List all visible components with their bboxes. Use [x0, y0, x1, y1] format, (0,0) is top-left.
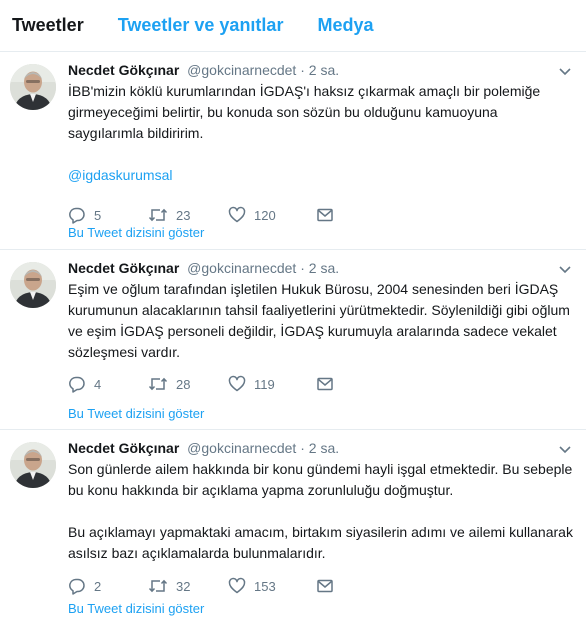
dm-button[interactable] [316, 375, 334, 393]
retweet-count: 23 [176, 207, 191, 223]
like-button[interactable]: 119 [228, 375, 316, 393]
tweet[interactable]: Necdet Gökçınar @gokcinarnecdet · 2 sa. … [0, 52, 586, 250]
like-button[interactable]: 153 [228, 577, 316, 595]
tab-media[interactable]: Medya [317, 15, 373, 36]
reply-count: 5 [94, 207, 102, 223]
tab-tweets-and-replies[interactable]: Tweetler ve yanıtlar [118, 15, 284, 36]
separator: · [300, 440, 305, 456]
like-count: 120 [254, 207, 276, 223]
timestamp[interactable]: 2 sa. [309, 62, 339, 78]
tweet-paragraph: Son günlerde ailem hakkında bir konu gün… [68, 461, 573, 498]
envelope-icon [317, 579, 333, 593]
reply-icon [69, 207, 85, 224]
retweet-icon [148, 579, 168, 593]
reply-button[interactable]: 2 [68, 577, 148, 595]
reply-count: 4 [94, 376, 102, 392]
separator: · [300, 260, 305, 276]
retweet-button[interactable]: 28 [148, 375, 228, 393]
author-name[interactable]: Necdet Gökçınar [68, 260, 179, 276]
show-thread-link[interactable]: Bu Tweet dizisini göster [68, 225, 204, 240]
separator: · [300, 62, 305, 78]
show-thread-link[interactable]: Bu Tweet dizisini göster [68, 601, 204, 616]
tweet-text: Son günlerde ailem hakkında bir konu gün… [68, 459, 574, 564]
author-handle[interactable]: @gokcinarnecdet [187, 440, 296, 456]
timestamp[interactable]: 2 sa. [309, 260, 339, 276]
reply-button[interactable]: 4 [68, 375, 148, 393]
tweet-paragraph: Bu açıklamayı yapmaktaki amacım, birtakı… [68, 524, 573, 561]
avatar[interactable] [10, 442, 56, 488]
tab-tweets[interactable]: Tweetler [12, 15, 84, 36]
chevron-down-icon[interactable] [558, 64, 572, 78]
author-name[interactable]: Necdet Gökçınar [68, 440, 179, 456]
retweet-button[interactable]: 32 [148, 577, 228, 595]
like-count: 153 [254, 578, 276, 594]
dm-button[interactable] [316, 577, 334, 595]
heart-icon [228, 206, 246, 223]
heart-icon [228, 577, 246, 594]
chevron-down-icon[interactable] [558, 442, 572, 456]
tweet[interactable]: Necdet Gökçınar @gokcinarnecdet · 2 sa. … [0, 250, 586, 430]
tweet[interactable]: Necdet Gökçınar @gokcinarnecdet · 2 sa. … [0, 430, 586, 619]
dm-button[interactable] [316, 206, 334, 224]
retweet-count: 32 [176, 578, 191, 594]
retweet-icon [148, 377, 168, 391]
tweet-text: İBB'mizin köklü kurumlarından İGDAŞ'ı ha… [68, 81, 574, 186]
avatar[interactable] [10, 262, 56, 308]
heart-icon [228, 375, 246, 392]
envelope-icon [317, 377, 333, 391]
reply-icon [69, 578, 85, 595]
timestamp[interactable]: 2 sa. [309, 440, 339, 456]
show-thread-link[interactable]: Bu Tweet dizisini göster [68, 406, 204, 421]
tweet-actions: 5 23 120 [68, 204, 574, 226]
tweet-header: Necdet Gökçınar @gokcinarnecdet · 2 sa. [68, 60, 574, 80]
tweet-text: Eşim ve oğlum tarafından işletilen Hukuk… [68, 279, 574, 363]
avatar[interactable] [10, 64, 56, 110]
mention-link[interactable]: @igdaskurumsal [68, 167, 172, 183]
tweet-header: Necdet Gökçınar @gokcinarnecdet · 2 sa. [68, 258, 574, 278]
reply-button[interactable]: 5 [68, 206, 148, 224]
tweet-paragraph: İBB'mizin köklü kurumlarından İGDAŞ'ı ha… [68, 83, 541, 141]
tweet-header: Necdet Gökçınar @gokcinarnecdet · 2 sa. [68, 438, 574, 458]
profile-tabs: Tweetler Tweetler ve yanıtlar Medya [0, 0, 586, 52]
retweet-icon [148, 208, 168, 222]
author-handle[interactable]: @gokcinarnecdet [187, 260, 296, 276]
retweet-count: 28 [176, 376, 191, 392]
retweet-button[interactable]: 23 [148, 206, 228, 224]
tweet-actions: 2 32 153 [68, 575, 574, 597]
envelope-icon [317, 208, 333, 222]
tweet-paragraph: Eşim ve oğlum tarafından işletilen Hukuk… [68, 281, 570, 360]
chevron-down-icon[interactable] [558, 262, 572, 276]
reply-count: 2 [94, 578, 102, 594]
author-name[interactable]: Necdet Gökçınar [68, 62, 179, 78]
like-count: 119 [254, 376, 275, 392]
reply-icon [69, 376, 85, 393]
author-handle[interactable]: @gokcinarnecdet [187, 62, 296, 78]
like-button[interactable]: 120 [228, 206, 316, 224]
tweet-actions: 4 28 119 [68, 373, 574, 395]
